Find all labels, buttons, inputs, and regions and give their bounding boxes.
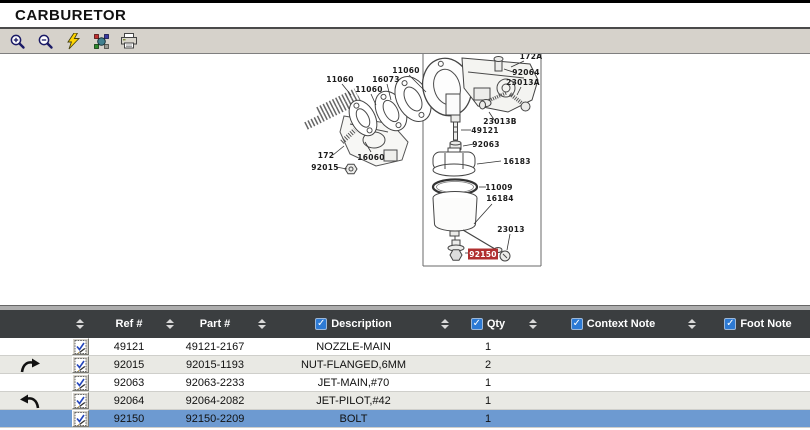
- diagram-part-label[interactable]: 16184: [486, 194, 514, 203]
- diagram-part-label[interactable]: 11060: [392, 66, 420, 75]
- lightning-icon: [66, 33, 81, 50]
- edit-note-button[interactable]: [72, 374, 89, 391]
- nav-arrow-back-icon[interactable]: [19, 392, 41, 409]
- toolbar: [0, 29, 810, 54]
- title-bar: CARBURETOR: [0, 0, 810, 29]
- cell-description: NOZZLE-MAIN: [275, 341, 432, 353]
- column-header-ref[interactable]: Ref #: [100, 318, 158, 330]
- cell-part: 92015-1193: [182, 359, 248, 371]
- cell-part: 92063-2233: [182, 377, 248, 389]
- diagram-leader-line: [333, 146, 344, 155]
- table-body: 49121 49121-2167 NOZZLE-MAIN 1: [0, 338, 810, 428]
- table-header: Ref # Part # Description Qty Context Not…: [0, 310, 810, 338]
- sort-icon[interactable]: [166, 319, 174, 329]
- qty-checkbox[interactable]: [471, 318, 483, 330]
- edit-note-button[interactable]: [72, 338, 89, 355]
- hotspot-links-icon: [93, 33, 110, 50]
- page-title: CARBURETOR: [15, 7, 126, 24]
- sort-icon[interactable]: [529, 319, 537, 329]
- description-checkbox[interactable]: [315, 318, 327, 330]
- diagram-part-label[interactable]: 23013A: [506, 78, 540, 87]
- column-header-part[interactable]: Part #: [182, 318, 248, 330]
- diagram-part-label[interactable]: 11060: [326, 75, 354, 84]
- edit-note-button[interactable]: [72, 392, 89, 409]
- sort-icon[interactable]: [258, 319, 266, 329]
- diagram-part-label[interactable]: 92150: [469, 250, 497, 259]
- diagram-part-label[interactable]: 11060: [355, 85, 383, 94]
- edit-note-icon: [74, 376, 87, 390]
- cell-ref: 92063: [100, 377, 158, 389]
- diagram-part-label[interactable]: 16060: [357, 153, 385, 162]
- cell-description: JET-MAIN,#70: [275, 377, 432, 389]
- foot-note-checkbox[interactable]: [724, 318, 736, 330]
- diagram-part-label[interactable]: 49121: [471, 126, 499, 135]
- diagram-part-label[interactable]: 92063: [472, 140, 500, 149]
- diagram-leader-line: [507, 234, 510, 250]
- diagram-part-label[interactable]: 172A: [520, 54, 543, 61]
- edit-note-icon: [74, 340, 87, 354]
- diagram-part-label[interactable]: 92015: [311, 163, 339, 172]
- edit-note-button[interactable]: [72, 410, 89, 427]
- column-header-description[interactable]: Description: [275, 318, 432, 330]
- hotspot-links-button[interactable]: [91, 31, 111, 51]
- edit-note-button[interactable]: [72, 356, 89, 373]
- cell-qty: 1: [458, 413, 518, 425]
- cell-ref: 49121: [100, 341, 158, 353]
- zoom-out-button[interactable]: [35, 31, 55, 51]
- cell-part: 92150-2209: [182, 413, 248, 425]
- cell-part: 49121-2167: [182, 341, 248, 353]
- diagram-leader-line: [342, 84, 351, 95]
- print-icon: [120, 33, 138, 49]
- parts-diagram[interactable]: 110601607311060110601729201516060172A920…: [0, 54, 810, 305]
- cell-qty: 1: [458, 341, 518, 353]
- diagram-part-label[interactable]: 172: [318, 151, 335, 160]
- cell-ref: 92015: [100, 359, 158, 371]
- lightning-button[interactable]: [63, 31, 83, 51]
- column-header-context-note[interactable]: Context Note: [548, 318, 678, 330]
- table-row[interactable]: 49121 49121-2167 NOZZLE-MAIN 1: [0, 338, 810, 356]
- zoom-in-button[interactable]: [7, 31, 27, 51]
- diagram-part-label[interactable]: 11009: [485, 183, 513, 192]
- table-row[interactable]: 92150 92150-2209 BOLT 1: [0, 410, 810, 428]
- diagram-part-label[interactable]: 23013: [497, 225, 525, 234]
- diagram-leader-line: [371, 94, 376, 105]
- cell-qty: 1: [458, 395, 518, 407]
- edit-note-icon: [74, 394, 87, 408]
- table-row[interactable]: 92015 92015-1193 NUT-FLANGED,6MM 2: [0, 356, 810, 374]
- diagram-leader-line: [477, 161, 501, 164]
- sort-icon[interactable]: [688, 319, 696, 329]
- cell-ref: 92064: [100, 395, 158, 407]
- print-button[interactable]: [119, 31, 139, 51]
- sort-icon[interactable]: [441, 319, 449, 329]
- cell-part: 92064-2082: [182, 395, 248, 407]
- cell-description: JET-PILOT,#42: [275, 395, 432, 407]
- table-row[interactable]: 92063 92063-2233 JET-MAIN,#70 1: [0, 374, 810, 392]
- diagram-part-label[interactable]: 16073: [372, 75, 400, 84]
- carburetor-exploded-view: 110601607311060110601729201516060172A920…: [0, 54, 810, 305]
- diagram-part-label[interactable]: 23013B: [483, 117, 517, 126]
- diagram-part-label[interactable]: 16183: [503, 157, 531, 166]
- diagram-part-label[interactable]: 92064: [512, 68, 540, 77]
- zoom-in-icon: [9, 33, 26, 50]
- column-header-qty[interactable]: Qty: [458, 318, 518, 330]
- column-header-foot-note[interactable]: Foot Note: [706, 318, 810, 330]
- sort-icon[interactable]: [76, 319, 84, 329]
- cell-qty: 2: [458, 359, 518, 371]
- parts-catalog-window: CARBURETOR: [0, 0, 810, 430]
- cell-qty: 1: [458, 377, 518, 389]
- edit-note-icon: [74, 412, 87, 426]
- cell-description: BOLT: [275, 413, 432, 425]
- cell-description: NUT-FLANGED,6MM: [275, 359, 432, 371]
- context-note-checkbox[interactable]: [571, 318, 583, 330]
- edit-note-icon: [74, 358, 87, 372]
- cell-ref: 92150: [100, 413, 158, 425]
- zoom-out-icon: [37, 33, 54, 50]
- nav-arrow-forward-icon[interactable]: [19, 356, 41, 373]
- table-row[interactable]: 92064 92064-2082 JET-PILOT,#42 1: [0, 392, 810, 410]
